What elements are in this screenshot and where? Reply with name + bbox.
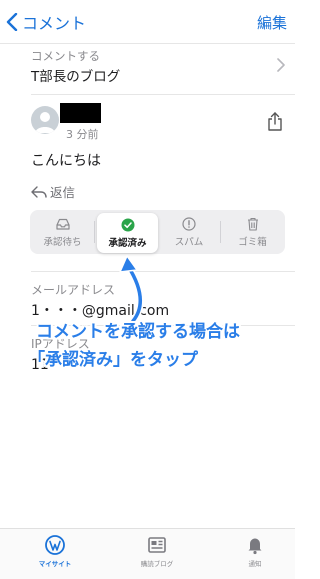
status-tab-approved[interactable]: 承認済み [97, 213, 158, 253]
tab-reader[interactable]: 購読ブログ [122, 535, 192, 568]
divider [0, 43, 295, 44]
reader-icon [148, 537, 166, 553]
reply-label: 返信 [50, 185, 76, 200]
back-button[interactable]: コメント [6, 10, 86, 34]
trash-icon [247, 217, 258, 231]
tab-label: 通知 [248, 560, 262, 568]
comment-time: 3 分前 [66, 128, 99, 141]
tab-my-site[interactable]: マイサイト [20, 535, 90, 568]
person-icon [35, 112, 55, 133]
email-label: メールアドレス [31, 283, 116, 297]
avatar [31, 106, 59, 134]
status-tab-spam[interactable]: スパム [158, 210, 220, 254]
comment-text: こんにちは [31, 153, 101, 169]
tab-notifications[interactable]: 通知 [220, 535, 290, 568]
status-tab-trash[interactable]: ゴミ箱 [220, 210, 285, 254]
annotation-text: 「承認済み」をタップ [28, 350, 198, 370]
comment-on-row[interactable]: コメントする T部長のブログ [0, 45, 295, 93]
alert-circle-icon [182, 216, 196, 231]
check-circle-icon [121, 218, 134, 231]
divider [31, 271, 295, 272]
comment-on-label: コメントする [31, 49, 100, 63]
share-icon[interactable] [267, 111, 283, 131]
chevron-left-icon [6, 13, 18, 31]
status-tab-label: 承認済み [108, 237, 147, 249]
inbox-icon [55, 218, 70, 230]
status-segmented-control: 承認待ち 承認済み スパム ゴミ箱 [30, 210, 285, 254]
tab-label: 購読ブログ [140, 560, 174, 568]
wordpress-icon [45, 535, 65, 555]
navigation-bar: コメント 編集 [0, 0, 295, 44]
status-tab-pending[interactable]: 承認待ち [30, 210, 95, 254]
redacted-author-name [60, 103, 101, 123]
blog-name: T部長のブログ [31, 69, 121, 85]
divider [31, 94, 295, 95]
back-label: コメント [22, 14, 87, 33]
bottom-tab-bar: マイサイト 購読ブログ 通知 [0, 528, 295, 579]
tab-label: マイサイト [38, 560, 72, 568]
status-tab-label: 承認待ち [43, 236, 82, 248]
annotation-text: コメントを承認する場合は [36, 322, 240, 342]
reply-button[interactable]: 返信 [31, 182, 75, 201]
status-tab-label: スパム [174, 236, 204, 248]
reply-icon [31, 185, 47, 198]
edit-button[interactable]: 編集 [257, 12, 287, 33]
chevron-right-icon [277, 58, 285, 72]
bell-icon [248, 538, 262, 555]
status-tab-label: ゴミ箱 [238, 236, 267, 248]
